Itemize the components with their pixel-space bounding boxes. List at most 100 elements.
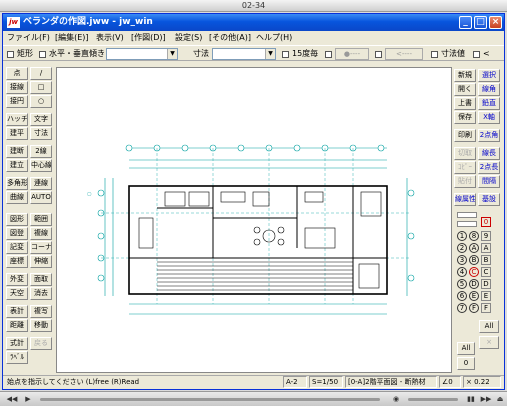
fastforward-button[interactable]: ▶▶ <box>480 394 492 404</box>
status-paper[interactable]: A-2 <box>283 376 307 388</box>
tool-symbol-change[interactable]: 記変 <box>6 241 28 254</box>
status-scale[interactable]: S=1/50 <box>309 376 343 388</box>
tool-point[interactable]: 点 <box>6 67 28 80</box>
tool-double-line[interactable]: 2線 <box>30 145 52 158</box>
layer-group-7[interactable]: 7 <box>457 303 467 313</box>
layer-group-5[interactable]: 5 <box>457 279 467 289</box>
opt1-checkbox[interactable] <box>325 51 332 58</box>
tool-text[interactable]: 文字 <box>30 113 52 126</box>
menu-view[interactable]: 表示(V) <box>96 31 124 45</box>
maximize-button[interactable]: □ <box>474 16 487 29</box>
layer-group-f[interactable]: F <box>469 303 479 313</box>
menu-file[interactable]: ファイル(F) <box>7 31 50 45</box>
tool-line-angle[interactable]: 線角 <box>478 83 500 96</box>
tool-section[interactable]: 建断 <box>6 145 28 158</box>
menu-draw[interactable]: [作図(D)] <box>131 31 166 45</box>
dimval-checkbox[interactable] <box>431 51 438 58</box>
layer-group-c[interactable]: C <box>469 267 479 277</box>
layer-x-button[interactable]: × <box>479 336 499 349</box>
tool-paste[interactable]: 貼付 <box>454 175 476 188</box>
layer-group-d[interactable]: D <box>469 279 479 289</box>
tool-base-set[interactable]: 基設 <box>478 193 500 206</box>
tool-erase[interactable]: 消去 <box>30 287 52 300</box>
layer-9[interactable]: 9 <box>481 231 491 241</box>
layer-group-4[interactable]: 4 <box>457 267 467 277</box>
tool-range[interactable]: 範囲 <box>30 213 52 226</box>
tool-offset[interactable]: 複線 <box>30 227 52 240</box>
arrow-button[interactable]: <---- <box>385 48 423 60</box>
tool-line[interactable]: / <box>30 67 52 80</box>
tool-tangent-circle[interactable]: 接円 <box>6 95 28 108</box>
tool-undo[interactable]: 戻る <box>30 337 52 350</box>
tool-curve[interactable]: 曲線 <box>6 191 28 204</box>
layer-e[interactable]: E <box>481 291 491 301</box>
tool-x-axis[interactable]: X軸 <box>478 111 500 124</box>
seek-bar[interactable] <box>40 398 380 401</box>
deg15-checkbox[interactable] <box>282 51 289 58</box>
layer-group-2[interactable]: 2 <box>457 243 467 253</box>
menu-settings[interactable]: 設定(S) <box>175 31 202 45</box>
status-angle[interactable]: ∠0 <box>439 376 461 388</box>
tool-copy[interactable]: 複写 <box>30 305 52 318</box>
tool-elevation[interactable]: 建立 <box>6 159 28 172</box>
line-color-swatch[interactable] <box>457 212 477 218</box>
layer-0[interactable]: 0 <box>481 217 491 227</box>
tool-centerline[interactable]: 中心線 <box>30 159 52 172</box>
minimize-button[interactable]: _ <box>459 16 472 29</box>
tool-print[interactable]: 印刷 <box>454 129 476 142</box>
tool-move[interactable]: 移動 <box>30 319 52 332</box>
status-layer[interactable]: [0-A]2階平面図 - 断熱材 <box>345 376 437 388</box>
tool-polyline[interactable]: 連線 <box>30 177 52 190</box>
layer-group-3[interactable]: 3 <box>457 255 467 265</box>
lt-checkbox[interactable] <box>473 51 480 58</box>
layer-d[interactable]: D <box>481 279 491 289</box>
layer-a[interactable]: A <box>481 243 491 253</box>
tool-coordinate[interactable]: 座標 <box>6 255 28 268</box>
tool-interval[interactable]: 間隔 <box>478 175 500 188</box>
rect-checkbox[interactable] <box>7 51 14 58</box>
point-button[interactable]: ●---- <box>335 48 369 60</box>
tool-external[interactable]: 外変 <box>6 273 28 286</box>
layer-group-b[interactable]: B <box>469 255 479 265</box>
tool-label[interactable]: ﾗﾍﾞﾙ <box>6 351 28 364</box>
menu-other[interactable]: [その他(A)] <box>209 31 251 45</box>
hv-checkbox[interactable] <box>39 51 46 58</box>
tool-line-length[interactable]: 線長 <box>478 147 500 160</box>
tilt-combo[interactable]: ▼ <box>106 48 178 60</box>
pause-button[interactable]: ▮▮ <box>465 394 477 404</box>
group-zero-button[interactable]: 0 <box>457 357 475 370</box>
line-type-swatch[interactable] <box>457 221 477 227</box>
tool-auto[interactable]: AUTO <box>30 191 52 204</box>
tool-hatch[interactable]: ハッチ <box>6 113 28 126</box>
tool-corner[interactable]: コーナー <box>30 241 52 254</box>
tool-polygon[interactable]: 多角形 <box>6 177 28 190</box>
tool-save[interactable]: 保存 <box>454 111 476 124</box>
tool-figure[interactable]: 図形 <box>6 213 28 226</box>
play-button[interactable]: ▶ <box>22 394 34 404</box>
tool-copy-clip[interactable]: ｺﾋﾟｰ <box>454 161 476 174</box>
tool-plan[interactable]: 建平 <box>6 127 28 140</box>
rewind-button[interactable]: ◀◀ <box>6 394 18 404</box>
tool-new[interactable]: 新規 <box>454 69 476 82</box>
tool-overwrite[interactable]: 上書 <box>454 97 476 110</box>
tool-dimension[interactable]: 寸法 <box>30 127 52 140</box>
menu-edit[interactable]: [編集(E)] <box>55 31 89 45</box>
layer-group-8[interactable]: 8 <box>469 231 479 241</box>
tool-figure-register[interactable]: 図登 <box>6 227 28 240</box>
tool-2pt-length[interactable]: 2点長 <box>478 161 500 174</box>
tool-open[interactable]: 開く <box>454 83 476 96</box>
layer-group-e[interactable]: E <box>469 291 479 301</box>
tool-distance[interactable]: 距離 <box>6 319 28 332</box>
tool-tangent[interactable]: 接線 <box>6 81 28 94</box>
tool-cut[interactable]: 切取 <box>454 147 476 160</box>
tool-chamfer[interactable]: 面取 <box>30 273 52 286</box>
step-button[interactable]: ◉ <box>390 394 402 404</box>
tool-rect[interactable]: □ <box>30 81 52 94</box>
layer-c[interactable]: C <box>481 267 491 277</box>
dim-combo[interactable]: ▼ <box>212 48 276 60</box>
layer-group-6[interactable]: 6 <box>457 291 467 301</box>
tool-sky[interactable]: 天空 <box>6 287 28 300</box>
opt2-checkbox[interactable] <box>375 51 382 58</box>
tool-stretch[interactable]: 伸縮 <box>30 255 52 268</box>
volume-slider[interactable] <box>408 398 458 401</box>
